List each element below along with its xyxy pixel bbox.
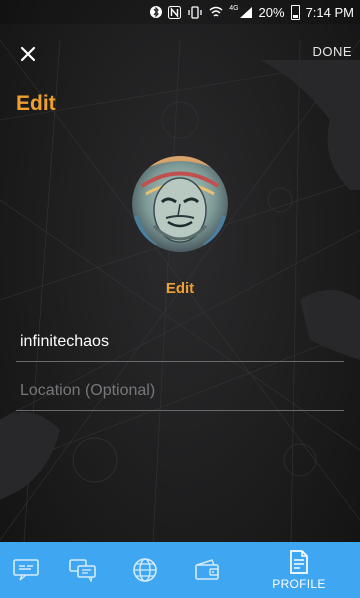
nav-item-feed[interactable] (0, 542, 52, 598)
location-field[interactable] (16, 371, 344, 411)
battery-icon (290, 4, 300, 20)
signal-icon: 4G (229, 4, 252, 19)
avatar[interactable] (132, 156, 228, 252)
done-button[interactable]: DONE (312, 44, 352, 59)
edit-photo-button[interactable]: Edit (0, 280, 360, 297)
username-field[interactable] (16, 322, 344, 362)
wallet-icon (195, 559, 219, 580)
username-input[interactable] (16, 322, 344, 361)
nav-item-profile[interactable]: PROFILE (238, 542, 360, 598)
close-button[interactable] (14, 40, 42, 68)
vibrate-icon (187, 5, 203, 19)
chat-icon (69, 559, 96, 582)
bluetooth-icon (150, 5, 163, 19)
nav-item-chat[interactable] (52, 542, 114, 598)
profile-icon (290, 549, 308, 574)
wifi-icon (209, 6, 223, 19)
status-bar: 4G 20% 7:14 PM (0, 0, 360, 24)
network-type: 4G (229, 4, 239, 12)
bottom-nav: PROFILE (0, 542, 360, 598)
location-input[interactable] (16, 371, 344, 410)
globe-icon (133, 558, 157, 582)
map-background (0, 0, 360, 598)
nav-label-profile: PROFILE (272, 576, 326, 591)
nav-item-globe[interactable] (114, 542, 176, 598)
page-title: Edit (16, 92, 56, 115)
clock: 7:14 PM (305, 4, 354, 20)
feed-icon (13, 559, 39, 581)
battery-percent: 20% (258, 4, 285, 20)
nav-item-wallet[interactable] (176, 542, 238, 598)
nfc-icon (168, 5, 182, 19)
close-icon (20, 46, 36, 62)
